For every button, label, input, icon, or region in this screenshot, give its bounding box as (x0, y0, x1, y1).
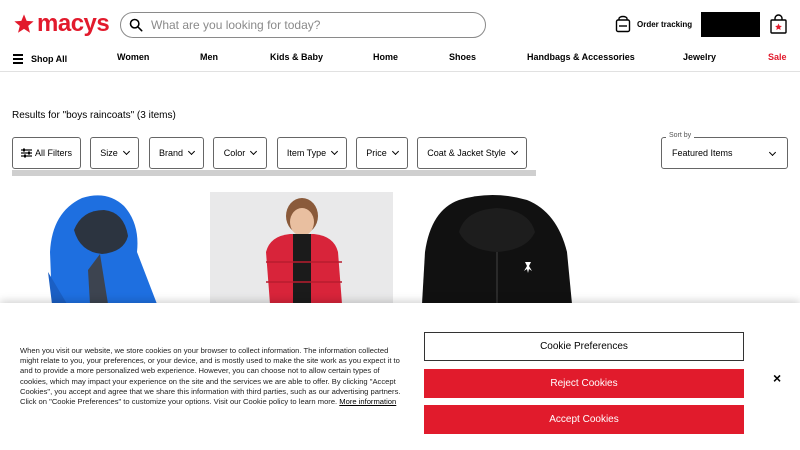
site-header: macys Order tracking (0, 0, 800, 48)
price-filter[interactable]: Price (356, 137, 408, 169)
cookie-notice-text: When you visit our website, we store coo… (20, 346, 402, 407)
search-input[interactable] (151, 18, 471, 32)
sort-value: Featured Items (672, 148, 733, 158)
results-heading: Results for "boys raincoats" (3 items) (12, 110, 176, 121)
filter-scrollbar[interactable] (12, 170, 536, 176)
chevron-down-icon (331, 147, 339, 156)
order-tracking-label: Order tracking (637, 19, 693, 29)
blue-rain-jacket-image (48, 195, 157, 304)
nav-kids-baby[interactable]: Kids & Baby (270, 52, 323, 62)
sort-select[interactable]: Featured Items (661, 137, 788, 169)
star-icon (14, 14, 34, 33)
reject-cookies-button[interactable]: Reject Cookies (424, 369, 744, 398)
coat-jacket-style-filter-label: Coat & Jacket Style (427, 148, 506, 158)
size-filter-label: Size (100, 148, 118, 158)
nav-shoes[interactable]: Shoes (449, 52, 476, 62)
search-icon (129, 18, 143, 32)
nav-handbags-accessories[interactable]: Handbags & Accessories (527, 52, 635, 62)
shopping-bag-button[interactable] (770, 14, 787, 39)
coat-jacket-style-filter[interactable]: Coat & Jacket Style (417, 137, 527, 169)
macys-logo[interactable]: macys (13, 10, 110, 37)
package-icon (615, 15, 631, 33)
shopping-bag-icon (770, 14, 787, 34)
chevron-down-icon (187, 147, 196, 156)
color-filter-label: Color (223, 148, 246, 158)
all-filters-label: All Filters (34, 148, 72, 158)
hamburger-menu-icon (13, 52, 23, 66)
color-filter[interactable]: Color (213, 137, 267, 169)
main-nav: Shop All Women Men Kids & Baby Home Shoe… (0, 44, 800, 72)
accept-cookies-button[interactable]: Accept Cookies (424, 405, 744, 434)
nav-home[interactable]: Home (373, 52, 398, 62)
brand-filter[interactable]: Brand (149, 137, 204, 169)
cookie-banner: When you visit our website, we store coo… (0, 303, 800, 450)
product-card-red-puffer[interactable] (210, 192, 393, 304)
chevron-down-icon (391, 147, 399, 156)
logo-wordmark: macys (37, 10, 110, 37)
close-icon[interactable]: × (773, 370, 781, 386)
brand-filter-label: Brand (158, 148, 184, 158)
product-card-blue-jacket[interactable] (12, 192, 195, 304)
product-card-black-jacket[interactable] (407, 192, 590, 304)
size-filter[interactable]: Size (90, 137, 139, 169)
nav-shop-all[interactable]: Shop All (13, 52, 67, 66)
nav-men[interactable]: Men (200, 52, 218, 62)
chevron-down-icon (122, 147, 130, 156)
sliders-icon (20, 148, 32, 158)
nav-shop-all-label: Shop All (31, 54, 68, 64)
nav-sale[interactable]: Sale (768, 52, 787, 62)
nav-jewelry[interactable]: Jewelry (683, 52, 716, 62)
item-type-filter-label: Item Type (286, 148, 327, 158)
sort-legend: Sort by (666, 132, 695, 139)
nav-women[interactable]: Women (117, 52, 149, 62)
chevron-down-icon (510, 147, 518, 156)
red-puffer-jacket-image (266, 198, 342, 304)
more-information-link[interactable]: More information (339, 397, 396, 406)
search-bar[interactable] (120, 12, 486, 38)
order-tracking-link[interactable]: Order tracking (615, 15, 692, 33)
cookie-preferences-button[interactable]: Cookie Preferences (424, 332, 744, 361)
chevron-down-icon (250, 147, 258, 156)
item-type-filter[interactable]: Item Type (277, 137, 347, 169)
price-filter-label: Price (366, 148, 387, 158)
all-filters-button[interactable]: All Filters (12, 137, 81, 169)
black-jacket-image (422, 195, 572, 304)
account-button[interactable] (701, 12, 760, 37)
chevron-down-icon (768, 148, 777, 157)
